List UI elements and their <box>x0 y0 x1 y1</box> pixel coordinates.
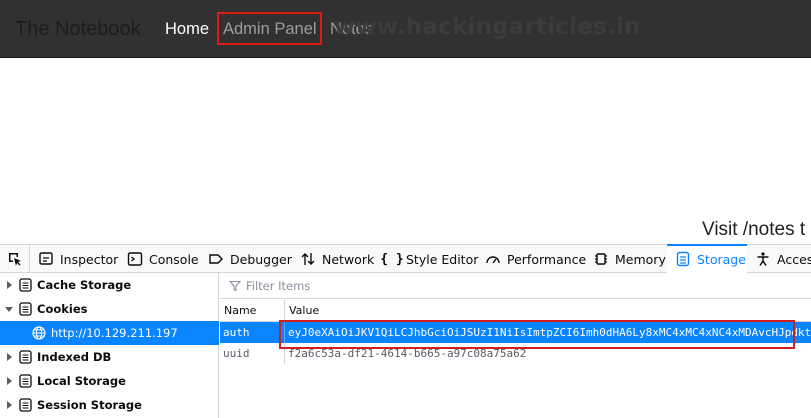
filter-bar <box>220 273 811 299</box>
sidebar-item-session-storage[interactable]: Session Storage <box>0 393 219 417</box>
console-icon <box>127 251 143 267</box>
tab-network[interactable]: Network <box>300 245 374 273</box>
auth-cookie-highlight-box <box>279 320 795 349</box>
inspector-icon <box>38 251 54 267</box>
tab-debugger[interactable]: Debugger <box>208 245 292 273</box>
tab-console[interactable]: Console <box>127 245 199 273</box>
site-navbar: The Notebook Home Admin Panel Notes www.… <box>0 0 811 58</box>
accessibility-icon <box>755 251 771 267</box>
table-header: Name Value <box>220 300 811 322</box>
sidebar-item-cache-storage[interactable]: Cache Storage <box>0 273 219 297</box>
tab-performance[interactable]: Performance <box>485 245 586 273</box>
sidebar-item-local-storage[interactable]: Local Storage <box>0 369 219 393</box>
collapse-arrow-icon[interactable] <box>5 305 13 313</box>
filter-items-input[interactable] <box>246 277 546 295</box>
table-empty-area <box>220 365 811 418</box>
cookie-name: auth <box>223 326 250 339</box>
expand-arrow-icon[interactable] <box>5 377 13 385</box>
visit-notes-text: Visit /notes t <box>702 219 806 240</box>
element-picker-icon <box>8 253 21 266</box>
storage-icon <box>19 350 32 364</box>
tab-memory[interactable]: Memory <box>593 245 666 273</box>
performance-icon <box>485 251 501 267</box>
cookie-name: uuid <box>223 347 250 360</box>
tab-style-editor[interactable]: { } Style Editor <box>380 245 478 273</box>
debugger-icon <box>208 251 224 267</box>
sidebar-item-cookie-host[interactable]: http://10.129.211.197 <box>0 321 219 345</box>
storage-icon <box>19 302 32 316</box>
storage-sidebar: Cache Storage Cookies http://10.129.211.… <box>0 273 219 418</box>
expand-arrow-icon[interactable] <box>5 353 13 361</box>
storage-icon <box>19 374 32 388</box>
site-brand[interactable]: The Notebook <box>15 18 141 41</box>
watermark: www.hackingarticles.in <box>334 14 641 40</box>
network-icon <box>300 251 316 267</box>
expand-arrow-icon[interactable] <box>5 401 13 409</box>
memory-icon <box>593 251 609 267</box>
expand-arrow-icon[interactable] <box>5 281 13 289</box>
sidebar-item-indexed-db[interactable]: Indexed DB <box>0 345 219 369</box>
storage-icon <box>19 278 32 292</box>
storage-icon <box>675 251 691 267</box>
nav-home-link[interactable]: Home <box>165 20 209 39</box>
style-editor-icon: { } <box>380 251 404 267</box>
element-picker-button[interactable] <box>0 245 30 273</box>
sidebar-item-cookies[interactable]: Cookies <box>0 297 219 321</box>
devtools-toolbar: Inspector Console Debugger Network { } S… <box>0 244 811 273</box>
column-header-value[interactable]: Value <box>284 300 811 322</box>
admin-panel-highlight-box <box>217 12 322 45</box>
filter-icon <box>229 280 241 292</box>
tab-accessibility[interactable]: Accessib <box>755 245 811 273</box>
column-header-name[interactable]: Name <box>220 300 284 322</box>
tab-inspector[interactable]: Inspector <box>38 245 118 273</box>
tab-storage[interactable]: Storage <box>667 244 747 273</box>
storage-icon <box>19 398 32 412</box>
globe-icon <box>32 326 46 340</box>
